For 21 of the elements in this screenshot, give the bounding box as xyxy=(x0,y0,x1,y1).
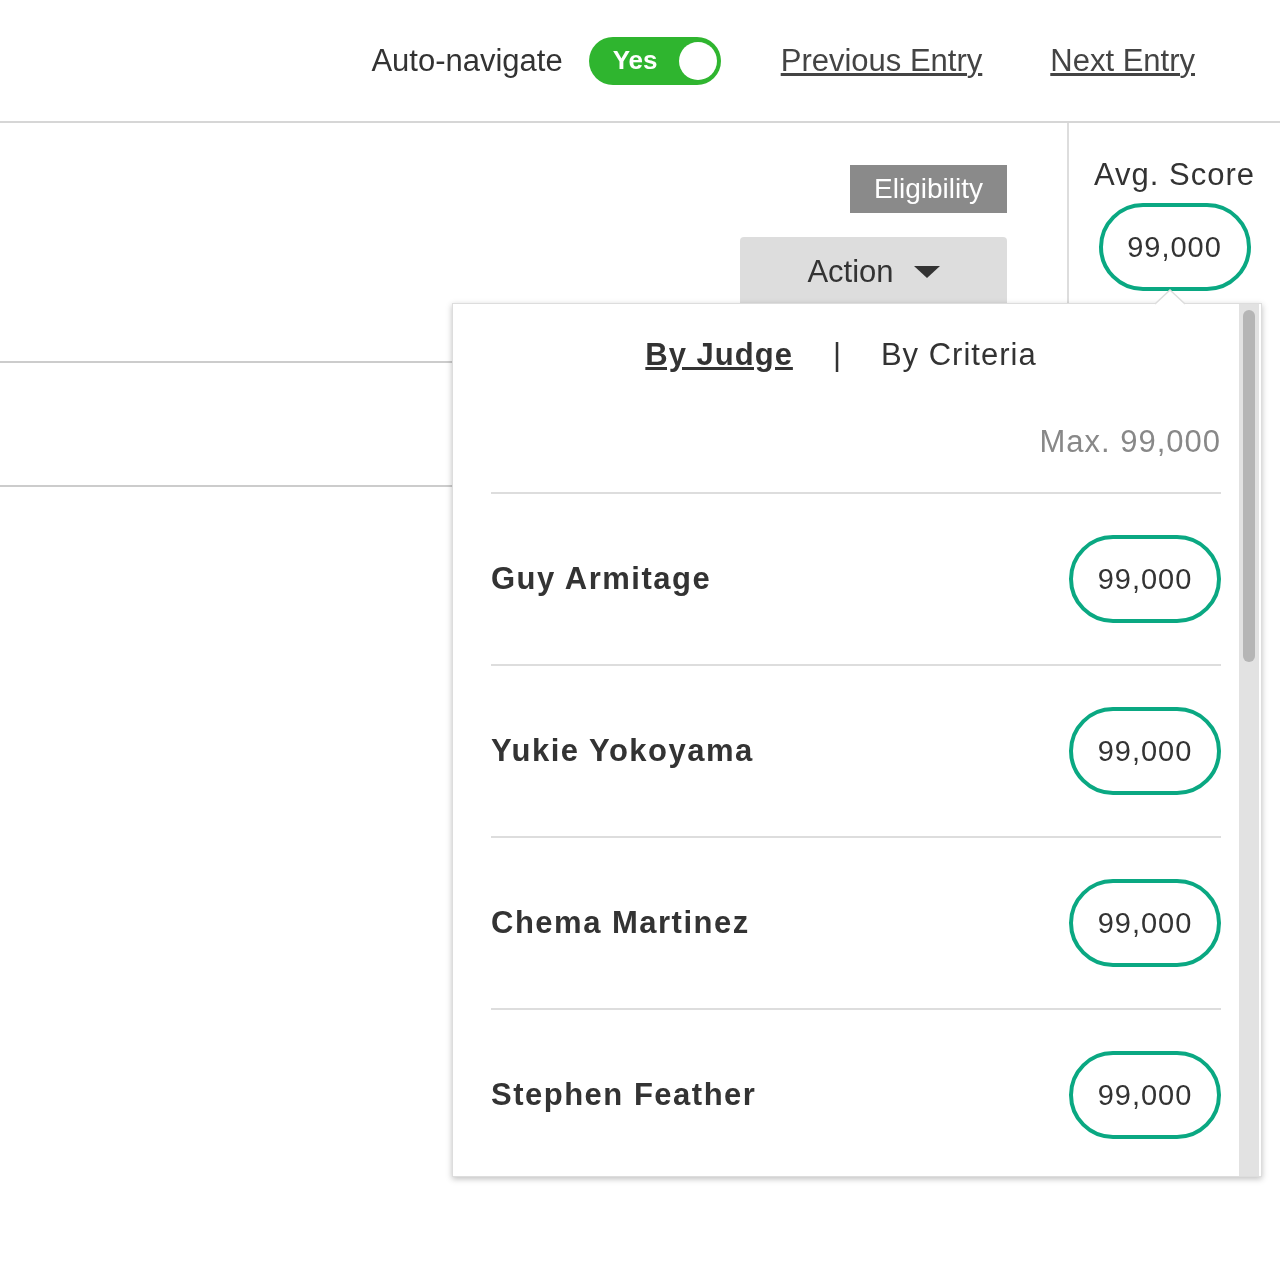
avg-score-label: Avg. Score xyxy=(1093,157,1256,193)
entry-link[interactable]: Previous Entry xyxy=(780,42,983,79)
judge-score: 99,000 xyxy=(1069,707,1221,795)
entry-link[interactable]: Next Entry xyxy=(1050,42,1195,79)
judge-name: Yukie Yokoyama xyxy=(491,733,754,769)
judge-name: Stephen Feather xyxy=(491,1077,757,1113)
scrollbar-thumb[interactable] xyxy=(1243,310,1255,662)
tab-separator: | xyxy=(832,337,841,373)
scrollbar-track[interactable] xyxy=(1239,304,1259,1176)
max-score: Max. 99,000 xyxy=(1039,424,1221,460)
judge-score: 99,000 xyxy=(1069,879,1221,967)
popover-tab[interactable]: By Judge xyxy=(645,337,793,373)
auto-navigate-label: Auto-navigate xyxy=(371,42,563,79)
caret-icon xyxy=(913,266,940,278)
judge-name: Guy Armitage xyxy=(491,561,712,597)
judge-name: Chema Martinez xyxy=(491,905,750,941)
popover-tab[interactable]: By Criteria xyxy=(880,337,1037,373)
judge-score: 99,000 xyxy=(1069,1051,1221,1139)
judge-score: 99,000 xyxy=(1069,535,1221,623)
eligibility-badge: Eligibility xyxy=(850,165,1007,213)
avg-score-value[interactable]: 99,000 xyxy=(1098,203,1251,291)
